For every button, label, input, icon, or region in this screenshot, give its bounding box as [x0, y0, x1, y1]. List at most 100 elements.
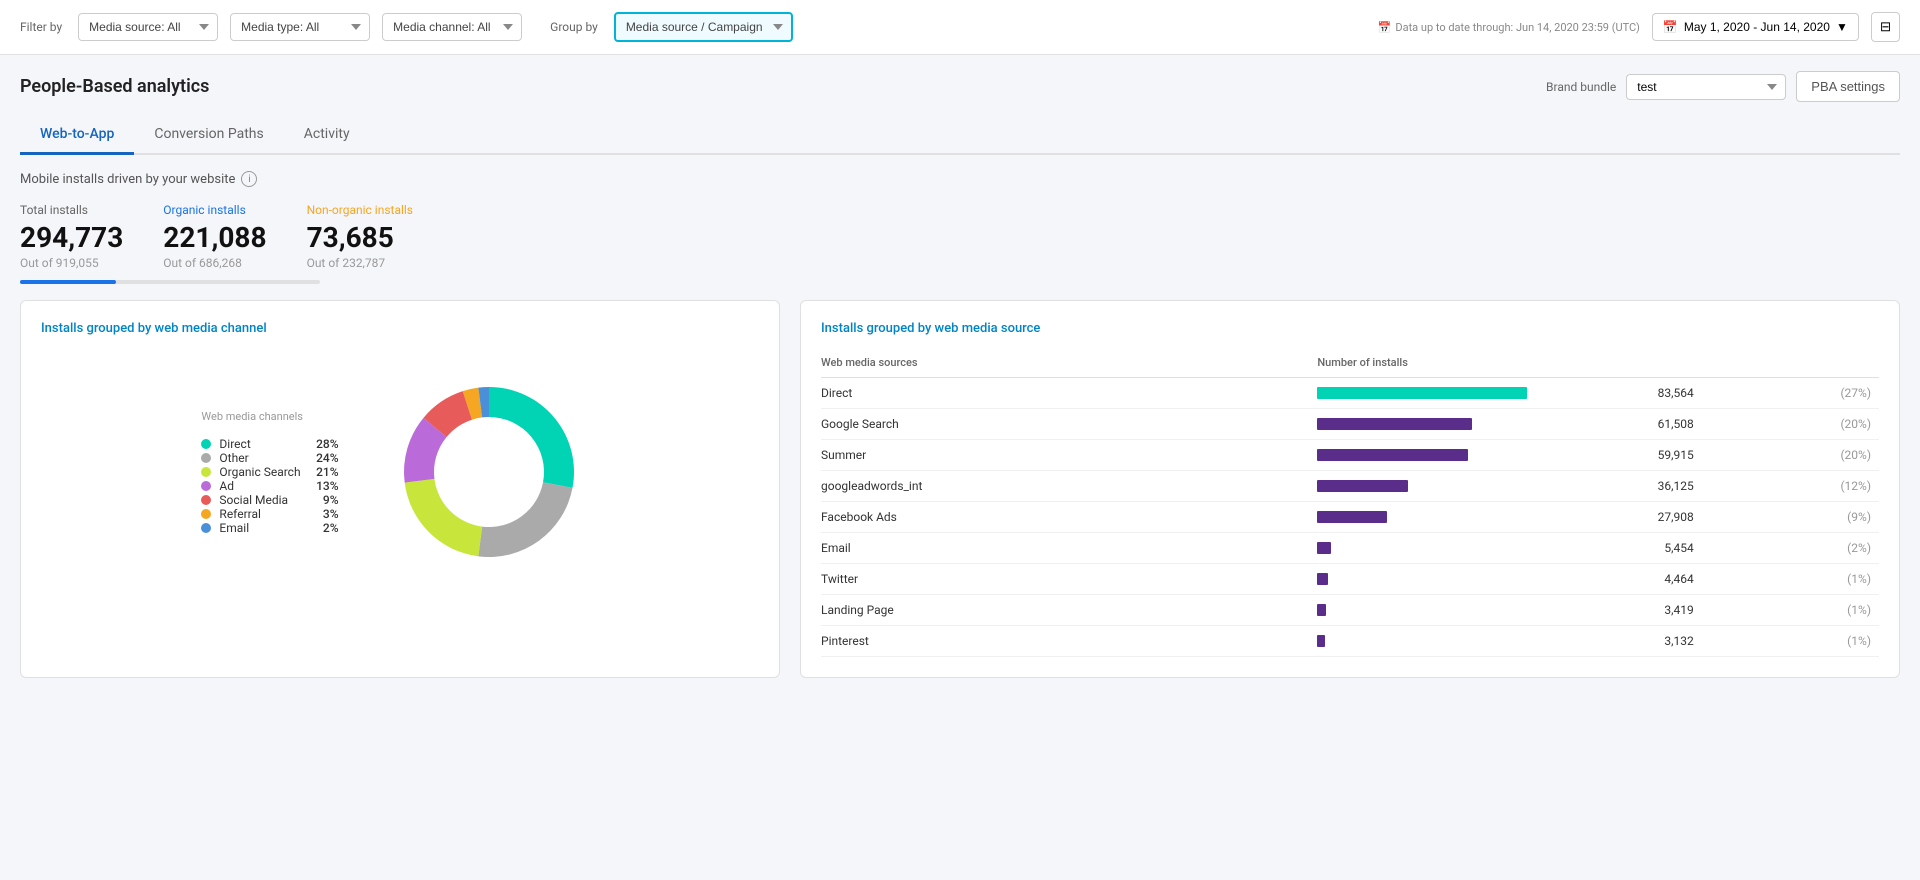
- source-name: Direct: [821, 378, 1317, 409]
- donut-segment: [404, 479, 481, 556]
- table-row: Pinterest 3,132 (1%): [821, 626, 1879, 657]
- source-value: 36,125: [1545, 471, 1701, 502]
- source-name: Email: [821, 533, 1317, 564]
- source-pct: (12%): [1702, 471, 1879, 502]
- legend-item: Email 2%: [201, 521, 338, 535]
- settings-sliders-icon: ⊟: [1880, 19, 1891, 35]
- legend: Web media channels Direct 28% Other 24% …: [201, 410, 338, 535]
- filter-settings-button[interactable]: ⊟: [1871, 12, 1900, 42]
- source-pct: (20%): [1702, 440, 1879, 471]
- legend-item-pct: 24%: [309, 451, 339, 465]
- brand-bundle-select[interactable]: test: [1626, 74, 1786, 100]
- tab-conversion-paths[interactable]: Conversion Paths: [134, 118, 283, 155]
- organic-installs-label: Organic installs: [163, 203, 266, 217]
- top-bar: Filter by Media source: All Media type: …: [0, 0, 1920, 55]
- legend-item: Referral 3%: [201, 507, 338, 521]
- legend-item-pct: 28%: [309, 437, 339, 451]
- data-up-to-info: 📅 Data up to date through: Jun 14, 2020 …: [1378, 21, 1640, 34]
- source-value: 3,132: [1545, 626, 1701, 657]
- donut-area: Web media channels Direct 28% Other 24% …: [41, 352, 759, 592]
- brand-bundle-area: Brand bundle test PBA settings: [1546, 71, 1900, 102]
- organic-installs-value: 221,088: [163, 221, 266, 254]
- page-header: People-Based analytics Brand bundle test…: [20, 71, 1900, 102]
- pba-settings-button[interactable]: PBA settings: [1796, 71, 1900, 102]
- source-value: 83,564: [1545, 378, 1701, 409]
- media-sources-table: Web media sources Number of installs Dir…: [821, 352, 1879, 657]
- legend-dot: [201, 481, 211, 491]
- legend-dot: [201, 453, 211, 463]
- donut-chart: [379, 362, 599, 582]
- legend-item-pct: 9%: [309, 493, 339, 507]
- source-value: 61,508: [1545, 409, 1701, 440]
- legend-item: Direct 28%: [201, 437, 338, 451]
- installs-progress-bar: [20, 280, 320, 284]
- date-range-button[interactable]: 📅 May 1, 2020 - Jun 14, 2020 ▼: [1652, 13, 1859, 41]
- tabs-container: Web-to-App Conversion Paths Activity: [20, 118, 1900, 155]
- col-installs-header: Number of installs: [1317, 352, 1879, 378]
- legend-item-name: Direct: [219, 437, 300, 451]
- source-name: Pinterest: [821, 626, 1317, 657]
- right-chart-card: Installs grouped by web media source Web…: [800, 300, 1900, 678]
- table-row: Landing Page 3,419 (1%): [821, 595, 1879, 626]
- non-organic-installs-sub: Out of 232,787: [307, 256, 413, 270]
- legend-item: Ad 13%: [201, 479, 338, 493]
- info-icon[interactable]: i: [241, 171, 257, 187]
- legend-item-name: Social Media: [219, 493, 300, 507]
- legend-item-name: Organic Search: [219, 465, 300, 479]
- organic-installs-sub: Out of 686,268: [163, 256, 266, 270]
- donut-segment: [478, 482, 572, 557]
- subtitle-row: Mobile installs driven by your website i: [20, 171, 1900, 187]
- legend-item-pct: 13%: [309, 479, 339, 493]
- table-row: Google Search 61,508 (20%): [821, 409, 1879, 440]
- source-value: 4,464: [1545, 564, 1701, 595]
- media-source-filter[interactable]: Media source: All: [78, 13, 218, 41]
- table-row: Email 5,454 (2%): [821, 533, 1879, 564]
- source-value: 59,915: [1545, 440, 1701, 471]
- legend-dot: [201, 509, 211, 519]
- stats-row: Total installs 294,773 Out of 919,055 Or…: [20, 203, 1900, 270]
- total-installs-block: Total installs 294,773 Out of 919,055: [20, 203, 123, 270]
- source-bar: [1317, 440, 1545, 471]
- table-row: Twitter 4,464 (1%): [821, 564, 1879, 595]
- tab-activity[interactable]: Activity: [284, 118, 370, 155]
- right-chart-title: Installs grouped by web media source: [821, 321, 1879, 336]
- total-installs-value: 294,773: [20, 221, 123, 254]
- media-channel-filter[interactable]: Media channel: All: [382, 13, 522, 41]
- source-value: 5,454: [1545, 533, 1701, 564]
- source-pct: (27%): [1702, 378, 1879, 409]
- source-bar: [1317, 626, 1545, 657]
- legend-item: Organic Search 21%: [201, 465, 338, 479]
- source-name: Twitter: [821, 564, 1317, 595]
- left-chart-title: Installs grouped by web media channel: [41, 321, 759, 336]
- legend-dot: [201, 495, 211, 505]
- source-name: Summer: [821, 440, 1317, 471]
- source-bar: [1317, 471, 1545, 502]
- source-pct: (1%): [1702, 564, 1879, 595]
- page-title: People-Based analytics: [20, 76, 209, 97]
- source-pct: (9%): [1702, 502, 1879, 533]
- source-pct: (1%): [1702, 626, 1879, 657]
- left-chart-card: Installs grouped by web media channel We…: [20, 300, 780, 678]
- donut-segment: [489, 387, 574, 488]
- legend-item: Other 24%: [201, 451, 338, 465]
- legend-dot: [201, 439, 211, 449]
- media-type-filter[interactable]: Media type: All: [230, 13, 370, 41]
- charts-row: Installs grouped by web media channel We…: [20, 300, 1900, 678]
- group-by-filter[interactable]: Media source / Campaign: [614, 12, 793, 42]
- subtitle-text: Mobile installs driven by your website: [20, 172, 235, 187]
- source-name: Landing Page: [821, 595, 1317, 626]
- source-pct: (20%): [1702, 409, 1879, 440]
- legend-dot: [201, 523, 211, 533]
- legend-item-name: Ad: [219, 479, 300, 493]
- non-organic-installs-value: 73,685: [307, 221, 413, 254]
- source-name: Facebook Ads: [821, 502, 1317, 533]
- legend-item-name: Email: [219, 521, 300, 535]
- col-source-header: Web media sources: [821, 352, 1317, 378]
- tab-web-to-app[interactable]: Web-to-App: [20, 118, 134, 155]
- total-installs-sub: Out of 919,055: [20, 256, 123, 270]
- table-row: Summer 59,915 (20%): [821, 440, 1879, 471]
- source-name: googleadwords_int: [821, 471, 1317, 502]
- legend-item-name: Referral: [219, 507, 300, 521]
- source-bar: [1317, 502, 1545, 533]
- source-pct: (1%): [1702, 595, 1879, 626]
